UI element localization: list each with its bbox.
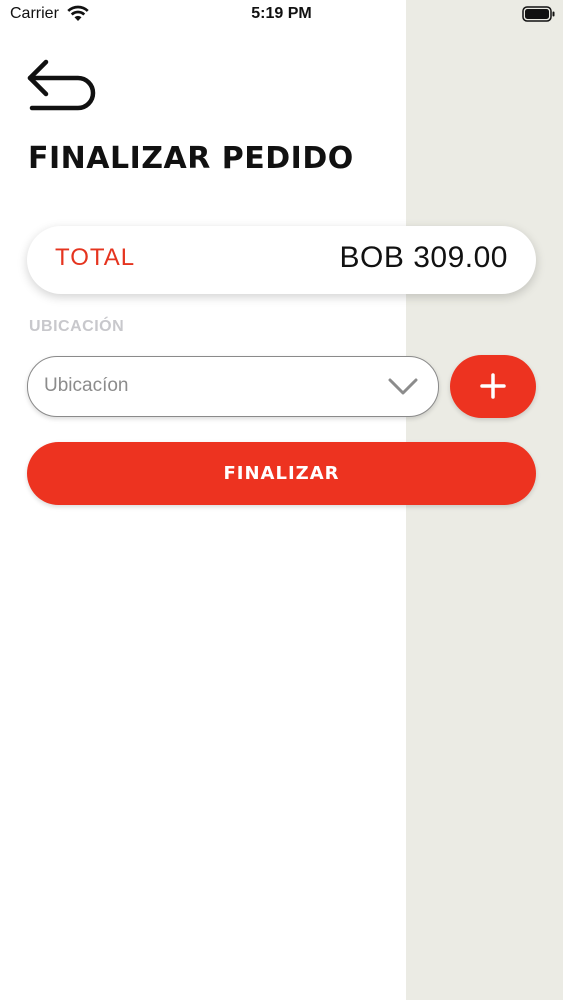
location-select[interactable]: Ubicacíon	[27, 356, 439, 417]
add-location-button[interactable]	[450, 355, 536, 418]
location-select-placeholder: Ubicacíon	[44, 375, 129, 396]
location-section-label: UBICACIÓN	[29, 318, 125, 335]
page-title: FINALIZAR PEDIDO	[28, 141, 354, 176]
clock-time: 5:19 PM	[251, 5, 312, 22]
status-bar: Carrier 5:19 PM	[0, 0, 563, 30]
battery-icon	[522, 6, 555, 22]
total-card: TOTAL BOB 309.00	[27, 226, 536, 294]
back-button[interactable]	[24, 56, 98, 116]
plus-icon	[480, 373, 506, 399]
finish-order-button-label: FINALIZAR	[223, 463, 340, 484]
finish-order-button[interactable]: FINALIZAR	[27, 442, 536, 505]
total-value: BOB 309.00	[339, 241, 508, 274]
back-arrow-icon	[27, 59, 96, 111]
total-label: TOTAL	[55, 244, 136, 271]
chevron-down-icon	[388, 378, 418, 395]
